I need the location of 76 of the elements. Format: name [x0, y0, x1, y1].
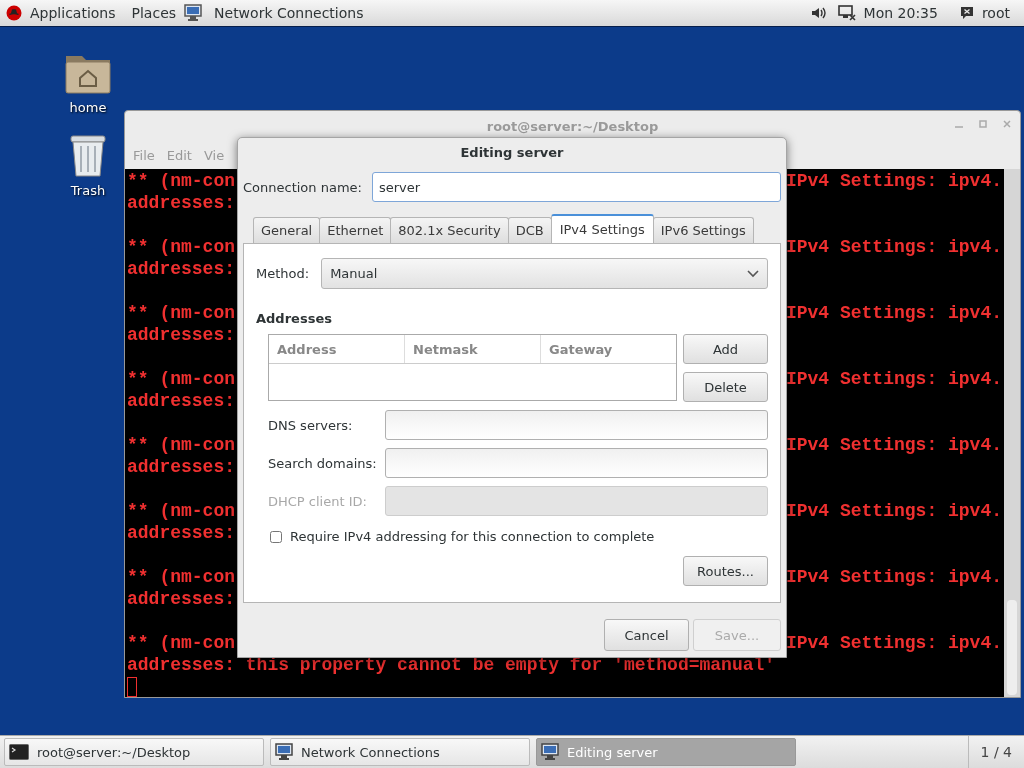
- terminal-line: IPv4 Settings: ipv4.: [785, 236, 1002, 258]
- trash-icon[interactable]: [68, 133, 108, 177]
- speaker-icon[interactable]: [809, 5, 826, 21]
- tab[interactable]: IPv6 Settings: [652, 217, 754, 243]
- terminal-line: IPv4 Settings: ipv4.: [785, 368, 1002, 390]
- terminal-line: IPv4 Settings: ipv4.: [785, 632, 1002, 654]
- tab[interactable]: IPv4 Settings: [550, 214, 654, 243]
- terminal-line: IPv4 Settings: ipv4.: [785, 566, 1002, 588]
- address-button[interactable]: Add: [683, 334, 768, 364]
- icon-label[interactable]: home: [69, 100, 107, 115]
- dialog-button[interactable]: Cancel: [604, 619, 689, 651]
- terminal-line: IPv4 Settings: ipv4.: [785, 170, 1002, 192]
- field-label: Connection name:: [243, 179, 362, 195]
- terminal-line: ** (nm-con: [127, 236, 236, 258]
- taskbar-button[interactable]: root@server:~/Desktop: [4, 738, 264, 766]
- terminal-line: addresses:: [127, 390, 236, 412]
- taskbar-button[interactable]: Network Connections: [270, 738, 530, 766]
- column-header[interactable]: Gateway: [541, 335, 676, 363]
- terminal-line: ** (nm-con: [127, 434, 236, 456]
- monitor-icon: [275, 743, 293, 761]
- chat-bubble-icon[interactable]: [959, 6, 974, 20]
- text-field[interactable]: [385, 448, 768, 478]
- tab[interactable]: Ethernet: [319, 217, 392, 243]
- section-heading: Addresses: [256, 311, 333, 326]
- monitor-icon[interactable]: [837, 5, 856, 21]
- terminal-line: addresses:: [127, 324, 236, 346]
- close-icon[interactable]: [1002, 119, 1012, 129]
- field-label: DNS servers:: [268, 417, 354, 433]
- checkbox[interactable]: [270, 530, 282, 543]
- column-header[interactable]: Netmask: [405, 335, 541, 363]
- workspace-indicator[interactable]: 1 / 4: [980, 744, 1012, 760]
- tab[interactable]: DCB: [507, 217, 552, 243]
- terminal-line: IPv4 Settings: ipv4.: [785, 302, 1002, 324]
- text-cursor: [127, 677, 137, 697]
- applications-menu[interactable]: Applications: [22, 5, 124, 21]
- terminal-line: ** (nm-con: [127, 566, 236, 588]
- terminal-line: ** (nm-con: [127, 368, 236, 390]
- terminal-line: addresses: this property cannot be empty for 'method=manual': [127, 654, 776, 676]
- checkbox-label: Require IPv4 addressing for this connection to complete: [290, 529, 655, 544]
- routes-button[interactable]: Routes...: [683, 556, 768, 586]
- terminal-line: addresses:: [127, 522, 236, 544]
- maximize-icon[interactable]: [978, 119, 988, 129]
- terminal-line: addresses:: [127, 588, 236, 610]
- places-menu[interactable]: Places: [123, 5, 185, 21]
- app-menu[interactable]: Network Connections: [206, 5, 372, 21]
- tab[interactable]: 802.1x Security: [390, 217, 509, 243]
- method-dropdown[interactable]: Manual: [321, 258, 768, 289]
- terminal-icon: [9, 744, 29, 760]
- terminal-line: addresses:: [127, 258, 236, 280]
- scrollbar-thumb[interactable]: [1007, 600, 1017, 695]
- monitor-icon: [541, 743, 559, 761]
- field-label: Search domains:: [268, 455, 378, 471]
- window-title: root@server:~/Desktop: [486, 118, 659, 134]
- field-label: Method:: [256, 266, 310, 281]
- terminal-line: ** (nm-con: [127, 170, 236, 192]
- column-header[interactable]: Address: [269, 335, 405, 363]
- terminal-line: addresses:: [127, 192, 236, 214]
- terminal-line: ** (nm-con: [127, 632, 236, 654]
- terminal-line: addresses:: [127, 456, 236, 478]
- address-button[interactable]: Delete: [683, 372, 768, 402]
- hat-icon: [6, 5, 22, 21]
- field-label: DHCP client ID:: [268, 493, 368, 509]
- tab[interactable]: General: [253, 217, 321, 243]
- monitor-icon: [184, 4, 203, 22]
- clock[interactable]: Mon 20:35: [855, 5, 946, 21]
- chevron-down-icon: [747, 269, 759, 278]
- user-menu[interactable]: root: [973, 5, 1018, 21]
- scrollbar[interactable]: [1004, 169, 1020, 697]
- terminal-line: ** (nm-con: [127, 302, 236, 324]
- terminal-line: ** (nm-con: [127, 500, 236, 522]
- terminal-line: IPv4 Settings: ipv4.: [785, 500, 1002, 522]
- terminal-line: IPv4 Settings: ipv4.: [785, 434, 1002, 456]
- connection-name-field[interactable]: server: [371, 172, 781, 202]
- dialog-title: Editing server: [459, 143, 565, 162]
- icon-label[interactable]: Trash: [70, 183, 106, 198]
- text-field[interactable]: [385, 410, 768, 440]
